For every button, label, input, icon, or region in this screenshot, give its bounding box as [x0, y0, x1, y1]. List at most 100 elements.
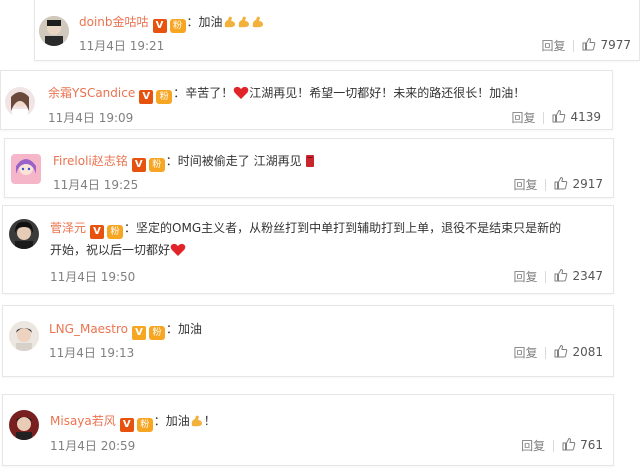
fan-badge-icon[interactable]: 粉 — [136, 418, 153, 432]
red-heart-icon — [233, 86, 249, 103]
like-count: 2917 — [572, 177, 603, 191]
flexed-biceps-icon — [237, 15, 251, 32]
divider — [545, 346, 547, 359]
username-link[interactable]: Fireloli赵志铭 — [53, 154, 128, 168]
comment-header: doinb金咕咕 V 粉：加油 — [79, 13, 265, 33]
separator: ： — [173, 86, 186, 100]
like-button[interactable]: 2917 — [554, 176, 603, 193]
verified-badge-icon: V — [119, 418, 134, 432]
comment-card: LNG_Maestro V 粉：加油 11月4日 19:13 回复 2081 — [2, 305, 614, 377]
verified-badge-icon: V — [131, 158, 146, 172]
username-link[interactable]: 余霜YSCandice — [48, 86, 135, 100]
comment-header: Misaya若风 V 粉：加油 ！ — [50, 412, 216, 432]
comment-text: 加油 — [178, 322, 203, 336]
thumbs-up-icon — [554, 176, 568, 193]
like-button[interactable]: 2081 — [554, 344, 603, 361]
fan-badge-icon[interactable]: 粉 — [149, 326, 166, 340]
separator: ： — [186, 15, 199, 29]
red-book-icon — [305, 154, 315, 171]
reply-button[interactable]: 回复 — [521, 437, 545, 454]
red-heart-icon — [170, 242, 186, 264]
comment-header: Fireloli赵志铭 V 粉：时间被偷走了 江湖再见 — [53, 152, 315, 172]
reply-button[interactable]: 回复 — [513, 268, 537, 285]
like-count: 4139 — [570, 110, 601, 124]
fan-badge-icon[interactable]: 粉 — [148, 158, 165, 172]
avatar[interactable] — [39, 16, 69, 46]
comment-date: 11月4日 19:13 — [49, 346, 135, 360]
comment-actions: 回复 4139 — [511, 109, 601, 126]
comment-actions: 回复 761 — [521, 437, 603, 454]
comment-card: Fireloli赵志铭 V 粉：时间被偷走了 江湖再见 11月4日 19:25 回复… — [4, 138, 614, 198]
divider — [545, 178, 547, 191]
comment-text: 加油 — [165, 414, 190, 428]
comment-text: 坚定的OMG主义者，从粉丝打到中单打到辅助打到上单，退役不是结束只是新的 — [136, 221, 562, 235]
avatar[interactable] — [5, 87, 35, 117]
comment-date: 11月4日 20:59 — [50, 439, 136, 453]
username-link[interactable]: doinb金咕咕 — [79, 15, 149, 29]
username-link[interactable]: LNG_Maestro — [49, 322, 128, 336]
separator: ： — [124, 221, 137, 235]
comment-header: 余霜YSCandice V 粉：辛苦了！ 江湖再见！希望一切都好！未来的路还很长！加油… — [48, 84, 525, 104]
avatar[interactable] — [9, 321, 39, 351]
comment-card: 菅泽元 V 粉：坚定的OMG主义者，从粉丝打到中单打到辅助打到上单，退役不是结束只是… — [2, 205, 614, 294]
reply-button[interactable]: 回复 — [511, 109, 535, 126]
thumbs-up-icon — [582, 37, 596, 54]
comment-actions: 回复 2347 — [513, 268, 603, 285]
section-gap — [0, 379, 640, 392]
comment-text: 加油 — [198, 15, 223, 29]
comment-card: doinb金咕咕 V 粉：加油 11月4日 19:21 回复 7977 — [34, 0, 640, 61]
comment-actions: 回复 2081 — [513, 344, 603, 361]
avatar[interactable] — [9, 219, 39, 249]
comment-header: 菅泽元 V 粉：坚定的OMG主义者，从粉丝打到中单打到辅助打到上单，退役不是结束只是… — [50, 217, 610, 239]
reply-button[interactable]: 回复 — [513, 344, 537, 361]
flexed-biceps-icon — [190, 414, 204, 431]
verified-badge-icon: V — [139, 90, 154, 104]
comment-text: 时间被偷走了 江湖再见 — [177, 154, 302, 168]
thumbs-up-icon — [552, 109, 566, 126]
username-link[interactable]: Misaya若风 — [50, 414, 116, 428]
comment-text-line2-row: 开始，祝以后一切都好 — [50, 239, 610, 264]
verified-badge-icon: V — [152, 19, 167, 33]
avatar[interactable] — [11, 154, 41, 184]
comment-text-line2: 开始，祝以后一切都好 — [50, 243, 171, 257]
fan-badge-icon[interactable]: 粉 — [107, 225, 124, 239]
comment-card: 余霜YSCandice V 粉：辛苦了！ 江湖再见！希望一切都好！未来的路还很长！加油… — [0, 70, 613, 130]
comment-date: 11月4日 19:09 — [48, 111, 134, 125]
like-count: 2347 — [572, 269, 603, 283]
separator: ： — [166, 322, 179, 336]
like-button[interactable]: 4139 — [552, 109, 601, 126]
thumbs-up-icon — [554, 268, 568, 285]
comment-body: 菅泽元 V 粉：坚定的OMG主义者，从粉丝打到中单打到辅助打到上单，退役不是结束只是… — [50, 217, 610, 264]
username-link[interactable]: 菅泽元 — [50, 221, 86, 235]
separator: ： — [153, 414, 166, 428]
like-count: 2081 — [572, 345, 603, 359]
comment-date: 11月4日 19:50 — [50, 270, 136, 284]
divider — [573, 39, 575, 52]
like-button[interactable]: 7977 — [582, 37, 631, 54]
avatar[interactable] — [9, 410, 39, 440]
reply-button[interactable]: 回复 — [541, 37, 565, 54]
verified-badge-icon: V — [90, 225, 105, 239]
thumbs-up-icon — [562, 437, 576, 454]
comment-actions: 回复 2917 — [513, 176, 603, 193]
divider — [543, 111, 545, 124]
verified-badge-icon: V — [132, 326, 147, 340]
reply-button[interactable]: 回复 — [513, 176, 537, 193]
fan-badge-icon[interactable]: 粉 — [156, 90, 173, 104]
like-button[interactable]: 761 — [562, 437, 603, 454]
like-count: 7977 — [600, 38, 631, 52]
flexed-biceps-icon — [251, 15, 265, 32]
comment-card: Misaya若风 V 粉：加油 ！ 11月4日 20:59 回复 761 — [2, 394, 614, 466]
like-count: 761 — [580, 438, 603, 452]
flexed-biceps-icon — [223, 15, 237, 32]
separator: ： — [165, 154, 178, 168]
comment-header: LNG_Maestro V 粉：加油 — [49, 320, 202, 340]
comment-date: 11月4日 19:25 — [53, 178, 139, 192]
thumbs-up-icon — [554, 344, 568, 361]
divider — [553, 439, 555, 452]
like-button[interactable]: 2347 — [554, 268, 603, 285]
comment-text-cont: 江湖再见！希望一切都好！未来的路还很长！加油！ — [249, 86, 526, 100]
comment-text: 辛苦了！ — [185, 86, 234, 100]
divider — [545, 270, 547, 283]
fan-badge-icon[interactable]: 粉 — [169, 19, 186, 33]
